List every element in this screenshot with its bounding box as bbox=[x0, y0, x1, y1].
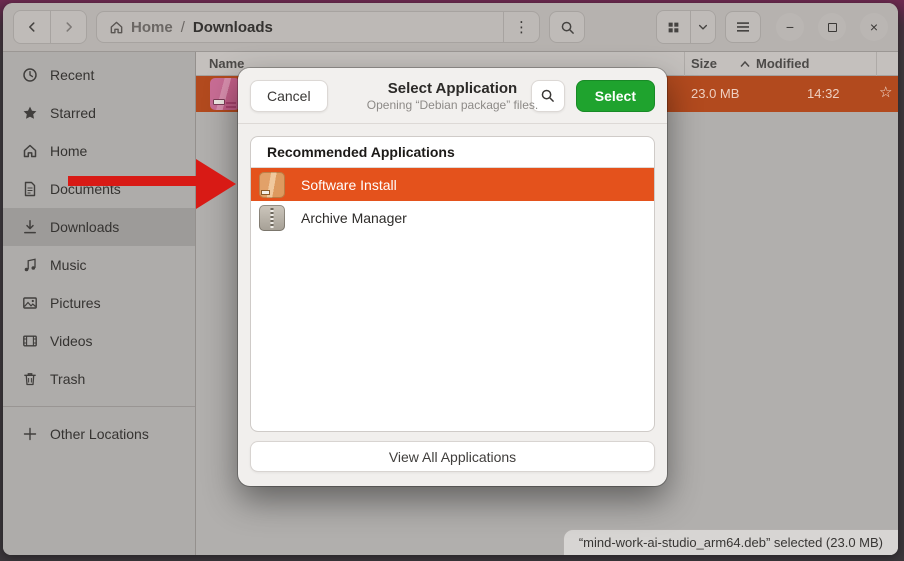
navigation-buttons bbox=[13, 10, 87, 44]
plus-icon bbox=[22, 426, 38, 442]
sidebar-item-label: Music bbox=[50, 257, 87, 273]
view-all-applications-button[interactable]: View All Applications bbox=[250, 441, 655, 472]
grid-view-icon bbox=[667, 21, 680, 34]
deb-package-file-icon bbox=[210, 78, 240, 110]
chevron-left-icon bbox=[25, 20, 39, 34]
deb-package-icon bbox=[259, 172, 285, 198]
headerbar: Home / Downloads ⋮ bbox=[3, 3, 898, 52]
dialog-subtitle: Opening “Debian package” files. bbox=[323, 98, 583, 112]
search-icon bbox=[560, 20, 575, 35]
maximize-button[interactable] bbox=[818, 13, 846, 41]
package-line-decoration bbox=[226, 102, 236, 104]
breadcrumb-home[interactable]: Home bbox=[109, 19, 173, 36]
file-size: 23.0 MB bbox=[691, 86, 739, 101]
back-button[interactable] bbox=[14, 11, 50, 43]
view-options-button[interactable] bbox=[690, 11, 715, 43]
cancel-button-label: Cancel bbox=[267, 88, 311, 104]
column-size[interactable]: Size bbox=[691, 56, 717, 71]
selection-status-bar: “mind-work-ai-studio_arm64.deb” selected… bbox=[563, 529, 898, 555]
sidebar-item-pictures[interactable]: Pictures bbox=[3, 284, 195, 322]
sort-ascending-icon bbox=[740, 60, 750, 68]
zipper-decoration bbox=[271, 208, 274, 228]
dialog-title-block: Select Application Opening “Debian packa… bbox=[323, 80, 583, 112]
view-toggle-group bbox=[656, 10, 716, 44]
sidebar-item-label: Pictures bbox=[50, 295, 101, 311]
dialog-headerbar: Cancel Select Application Opening “Debia… bbox=[238, 68, 667, 124]
minimize-icon: − bbox=[786, 19, 794, 35]
sidebar-separator bbox=[3, 406, 195, 407]
sidebar-item-label: Videos bbox=[50, 333, 93, 349]
sidebar-item-label: Other Locations bbox=[50, 426, 149, 442]
package-label-decoration bbox=[261, 190, 270, 195]
hamburger-menu-icon bbox=[736, 21, 750, 33]
document-icon bbox=[22, 181, 38, 197]
view-all-button-label: View All Applications bbox=[389, 449, 516, 465]
select-button-label: Select bbox=[595, 88, 636, 104]
archive-zip-icon bbox=[259, 205, 285, 231]
selection-status-text: “mind-work-ai-studio_arm64.deb” selected… bbox=[579, 535, 883, 550]
chevron-down-icon bbox=[697, 21, 709, 33]
search-button[interactable] bbox=[549, 11, 585, 43]
sidebar-item-starred[interactable]: Starred bbox=[3, 94, 195, 132]
main-menu-button[interactable] bbox=[725, 11, 761, 43]
window-controls: − × bbox=[776, 13, 888, 41]
grid-view-button[interactable] bbox=[657, 11, 690, 43]
sidebar-item-label: Home bbox=[50, 143, 87, 159]
breadcrumb-current-label[interactable]: Downloads bbox=[193, 19, 273, 36]
minimize-button[interactable]: − bbox=[776, 13, 804, 41]
column-modified[interactable]: Modified bbox=[756, 56, 809, 71]
cancel-button[interactable]: Cancel bbox=[250, 80, 328, 112]
path-options-button[interactable]: ⋮ bbox=[503, 12, 539, 42]
sidebar: Recent Starred Home Documents Downloads bbox=[3, 52, 196, 555]
sidebar-item-label: Documents bbox=[50, 181, 121, 197]
trash-icon bbox=[22, 371, 38, 387]
desktop-background: Home / Downloads ⋮ bbox=[0, 0, 904, 561]
dialog-title: Select Application bbox=[323, 80, 583, 97]
sidebar-item-trash[interactable]: Trash bbox=[3, 360, 195, 398]
app-name-label: Archive Manager bbox=[301, 210, 407, 226]
close-button[interactable]: × bbox=[860, 13, 888, 41]
home-icon bbox=[22, 143, 38, 159]
breadcrumb: Home / Downloads bbox=[97, 19, 503, 36]
clock-icon bbox=[22, 67, 38, 83]
home-icon bbox=[109, 20, 124, 35]
chevron-right-icon bbox=[62, 20, 76, 34]
package-label-decoration bbox=[213, 99, 225, 105]
breadcrumb-separator: / bbox=[181, 19, 185, 36]
column-divider bbox=[876, 52, 877, 76]
path-bar[interactable]: Home / Downloads ⋮ bbox=[96, 11, 540, 43]
select-application-dialog: Cancel Select Application Opening “Debia… bbox=[238, 68, 667, 486]
download-icon bbox=[22, 219, 38, 235]
sidebar-item-videos[interactable]: Videos bbox=[3, 322, 195, 360]
star-outline-icon[interactable]: ☆ bbox=[879, 83, 892, 101]
music-note-icon bbox=[22, 257, 38, 273]
app-name-label: Software Install bbox=[301, 177, 397, 193]
sidebar-item-label: Downloads bbox=[50, 219, 119, 235]
kebab-menu-icon: ⋮ bbox=[514, 18, 529, 36]
sidebar-item-label: Recent bbox=[50, 67, 94, 83]
sidebar-item-home[interactable]: Home bbox=[3, 132, 195, 170]
picture-icon bbox=[22, 295, 38, 311]
select-button[interactable]: Select bbox=[576, 80, 655, 112]
sidebar-item-other-locations[interactable]: Other Locations bbox=[3, 415, 195, 453]
sidebar-item-label: Starred bbox=[50, 105, 96, 121]
column-divider bbox=[684, 52, 685, 76]
breadcrumb-home-label: Home bbox=[131, 19, 173, 36]
app-row-archive-manager[interactable]: Archive Manager bbox=[251, 201, 654, 234]
app-row-software-install[interactable]: Software Install bbox=[251, 168, 654, 201]
sidebar-item-music[interactable]: Music bbox=[3, 246, 195, 284]
recommended-applications-header: Recommended Applications bbox=[251, 137, 654, 168]
forward-button[interactable] bbox=[50, 11, 86, 43]
sidebar-item-downloads[interactable]: Downloads bbox=[3, 208, 195, 246]
section-title-label: Recommended Applications bbox=[267, 144, 455, 160]
sidebar-item-documents[interactable]: Documents bbox=[3, 170, 195, 208]
file-modified-time: 14:32 bbox=[807, 86, 840, 101]
maximize-icon bbox=[828, 23, 837, 32]
star-icon bbox=[22, 105, 38, 121]
sidebar-item-label: Trash bbox=[50, 371, 85, 387]
film-icon bbox=[22, 333, 38, 349]
application-list: Recommended Applications Software Instal… bbox=[250, 136, 655, 432]
close-icon: × bbox=[870, 19, 878, 35]
sidebar-item-recent[interactable]: Recent bbox=[3, 56, 195, 94]
